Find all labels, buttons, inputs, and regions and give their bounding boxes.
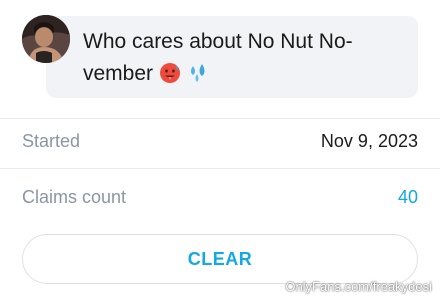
message-content: Who cares about No Nut No-vember [83,26,383,90]
started-value: Nov 9, 2023 [320,131,418,151]
avatar[interactable] [22,15,70,63]
clear-button-label: CLEAR [187,248,253,269]
claims-count-label: Claims count [22,187,127,207]
sweat-droplets-icon [187,62,211,84]
watermark: OnlyFans.com/freakydesi [285,279,432,294]
claims-count-value[interactable]: 40 [398,187,418,208]
divider [0,168,440,169]
message-bubble: Who cares about No Nut No-vember [46,16,418,98]
hot-face-emoji-icon [159,62,181,84]
started-label: Started [22,131,81,151]
message-text: Who cares about No Nut No-vember [83,30,353,85]
campaign-details-panel: Who cares about No Nut No-vember Started… [0,0,440,300]
divider [0,118,440,119]
clear-button[interactable]: CLEAR [22,234,418,284]
